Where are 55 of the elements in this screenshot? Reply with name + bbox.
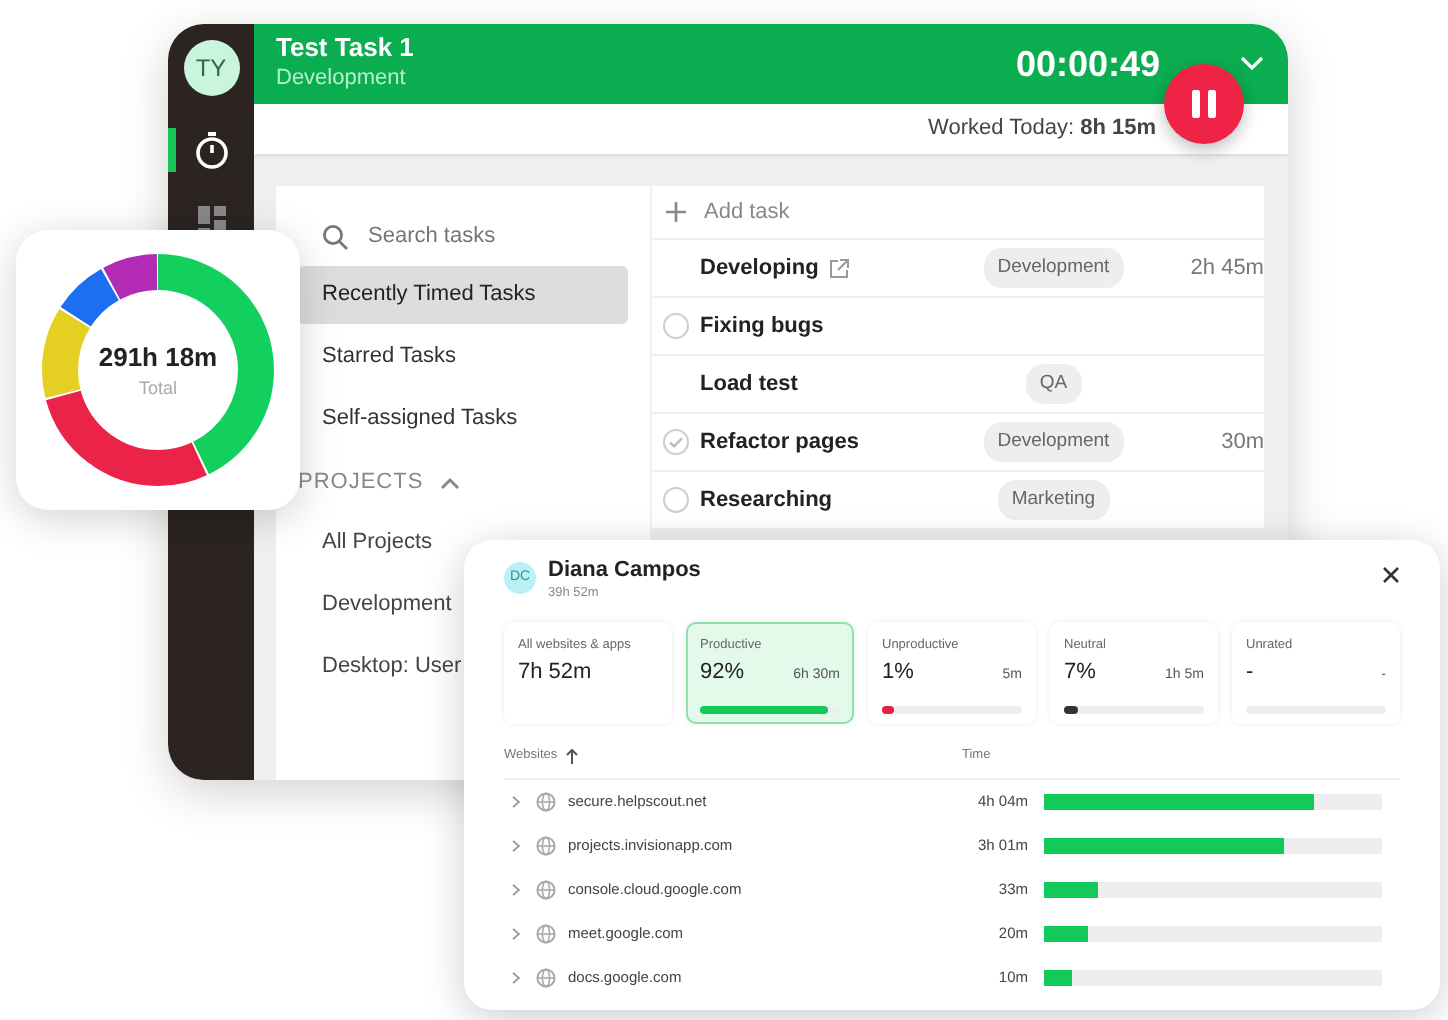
project-item[interactable]: Desktop: User xyxy=(322,650,462,684)
project-tag: Development xyxy=(983,421,1124,463)
globe-icon xyxy=(536,791,556,812)
filter-item[interactable]: Recently Timed Tasks xyxy=(298,266,628,324)
chevron-down-icon[interactable] xyxy=(1240,56,1264,72)
add-task-button[interactable]: Add task xyxy=(652,186,1264,240)
project-tag: Development xyxy=(983,247,1124,289)
expand-chevron-icon[interactable] xyxy=(512,839,520,852)
search-icon xyxy=(322,223,348,249)
task-name[interactable]: Load test xyxy=(700,367,798,401)
user-avatar[interactable]: TY xyxy=(183,40,239,96)
tile-value: 92% xyxy=(700,657,745,688)
user-name: Diana Campos xyxy=(548,558,701,585)
worked-today: Worked Today: 8h 15m xyxy=(928,114,1156,145)
task-title: Test Task 1 xyxy=(276,33,414,62)
task-name[interactable]: Researching xyxy=(700,483,833,517)
project-tag: Marketing xyxy=(997,479,1110,521)
plus-icon xyxy=(666,202,686,222)
checked-circle[interactable] xyxy=(662,428,690,456)
checkbox-circle[interactable] xyxy=(662,312,690,340)
elapsed-time: 00:00:49 xyxy=(1015,41,1160,87)
task-time: 30m xyxy=(1219,427,1264,458)
task-name[interactable]: Developing xyxy=(700,251,819,285)
tile-value: - xyxy=(1246,657,1254,688)
chevron-icon[interactable] xyxy=(439,475,460,489)
globe-icon xyxy=(536,967,556,988)
checkbox-circle[interactable] xyxy=(662,486,690,514)
task-name[interactable]: Fixing bugs xyxy=(700,309,824,343)
expand-chevron-icon[interactable] xyxy=(512,971,520,984)
section-heading: PROJECTS xyxy=(298,467,424,498)
filter-item[interactable]: Starred Tasks xyxy=(298,328,628,386)
expand-chevron-icon[interactable] xyxy=(512,927,520,940)
globe-icon xyxy=(536,923,556,944)
tile-value: 7h 52m xyxy=(518,657,592,688)
total-label: Total xyxy=(138,376,177,402)
globe-icon xyxy=(536,879,556,900)
project-name: Development xyxy=(276,63,408,94)
search-field[interactable]: Search tasks xyxy=(368,219,608,253)
project-item[interactable]: Development xyxy=(322,588,452,622)
filter-item[interactable]: Self-assigned Tasks xyxy=(298,390,628,448)
sort-arrow-icon[interactable] xyxy=(565,747,578,764)
task-time: 2h 45m xyxy=(1188,253,1264,284)
external-link-icon[interactable] xyxy=(828,257,851,279)
active-indicator xyxy=(168,128,176,172)
pause-icon xyxy=(1190,88,1218,120)
expand-chevron-icon[interactable] xyxy=(512,883,520,896)
close-icon[interactable] xyxy=(1382,566,1400,584)
project-tag: QA xyxy=(1025,363,1082,405)
globe-icon xyxy=(536,835,556,856)
project-item[interactable]: All Projects xyxy=(322,526,433,560)
task-name[interactable]: Refactor pages xyxy=(700,425,859,459)
total-time: 291h 18m xyxy=(98,339,218,375)
tile-value: 7% xyxy=(1064,657,1096,688)
expand-chevron-icon[interactable] xyxy=(512,795,520,808)
tile-value: 1% xyxy=(882,657,914,688)
